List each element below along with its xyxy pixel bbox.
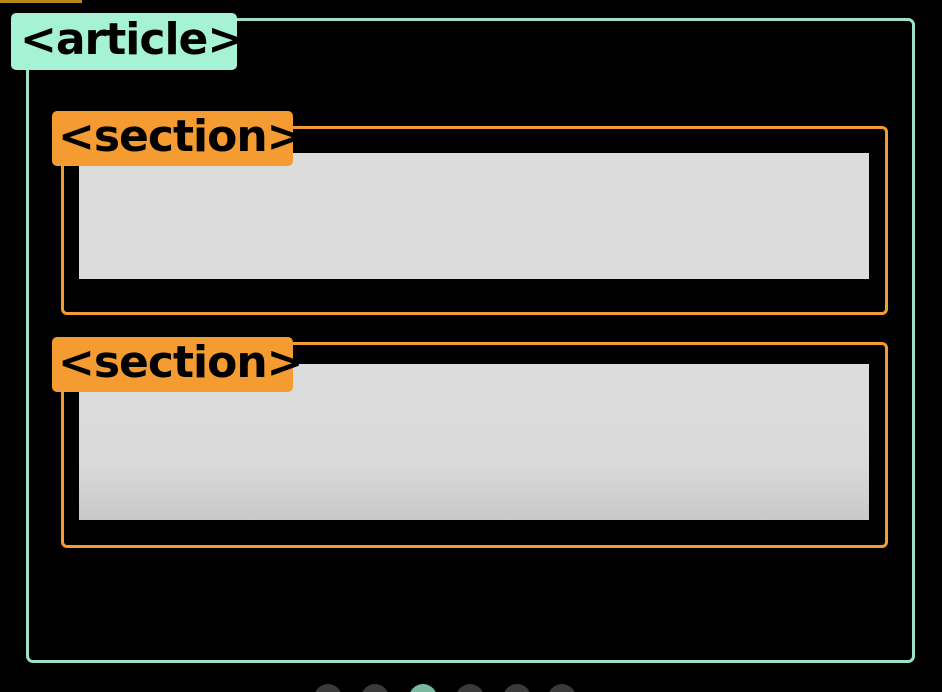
pager-dot-3[interactable] — [409, 684, 437, 692]
pager-dot-1[interactable] — [314, 684, 342, 692]
slide-pager — [314, 684, 584, 692]
diagram-canvas: <article> <section> <section> — [0, 0, 942, 692]
pager-dot-5[interactable] — [503, 684, 531, 692]
section-tag-label-1: <section> — [52, 111, 304, 166]
corner-accent — [0, 0, 82, 3]
article-tag-label: <article> — [11, 13, 244, 70]
pager-dot-6[interactable] — [548, 684, 576, 692]
section-tag-label-2: <section> — [52, 337, 304, 392]
pager-dot-4[interactable] — [456, 684, 484, 692]
section-content-1 — [79, 153, 869, 279]
pager-dot-2[interactable] — [361, 684, 389, 692]
